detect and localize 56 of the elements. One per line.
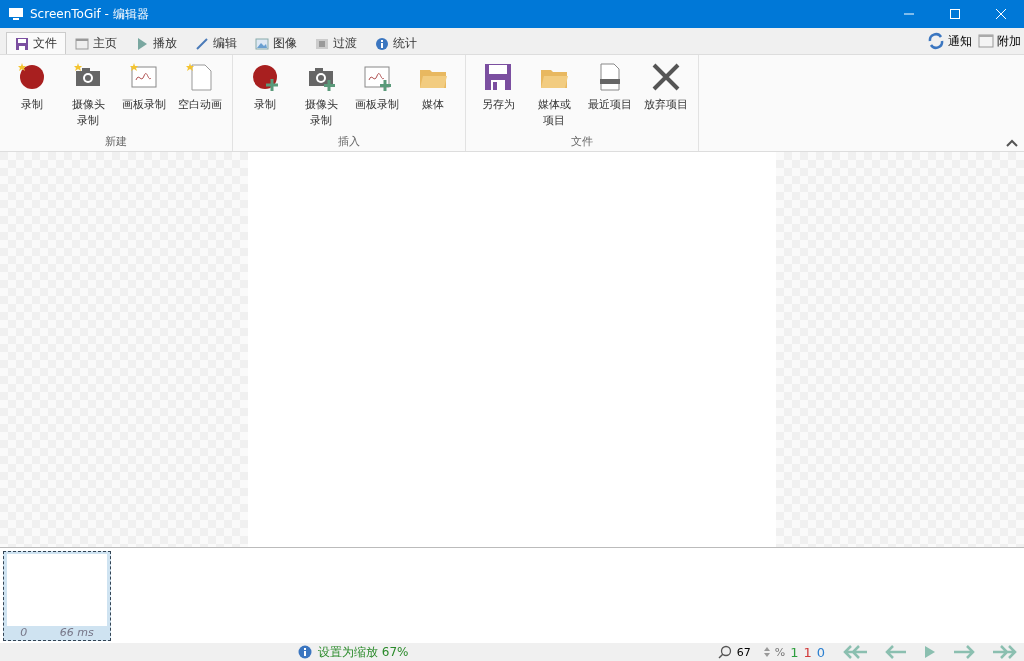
window-icon <box>75 36 89 51</box>
ribbon-tab[interactable]: 统计 <box>366 32 426 54</box>
frame-thumbnail[interactable]: 0 66 ms <box>3 551 111 641</box>
play-icon[interactable] <box>924 645 936 659</box>
next-icon[interactable] <box>953 645 975 659</box>
picture-icon <box>255 36 269 51</box>
ribbon-button[interactable]: 空白动画 <box>172 59 228 134</box>
ribbon-tab[interactable]: 播放 <box>126 32 186 54</box>
ribbon-tab[interactable]: 编辑 <box>186 32 246 54</box>
frame-count: 1 <box>803 644 812 660</box>
first-frame-icon[interactable] <box>842 645 868 659</box>
ribbon-button[interactable]: 摄像头 录制 <box>60 59 116 134</box>
frame-count: 0 <box>816 644 825 660</box>
cross-icon <box>651 62 681 92</box>
window-icon <box>978 34 994 48</box>
blank-page-icon <box>185 62 215 92</box>
square-icon <box>315 36 329 51</box>
ribbon-button[interactable]: 媒体 <box>405 59 461 134</box>
ribbon-tab[interactable]: 过渡 <box>306 32 366 54</box>
previous-icon[interactable] <box>885 645 907 659</box>
record-add-icon <box>250 62 280 92</box>
toolbar-button[interactable]: 附加 <box>975 29 1024 53</box>
ribbon-button[interactable]: 画板录制 <box>116 59 172 134</box>
play-icon <box>135 36 149 51</box>
ribbon-tab[interactable]: 图像 <box>246 32 306 54</box>
pencil-icon <box>195 36 209 51</box>
ribbon-tab[interactable]: 主页 <box>66 32 126 54</box>
maximize-icon <box>949 8 961 20</box>
collapse-icon[interactable] <box>1006 139 1018 147</box>
group-label: 插入 <box>338 134 360 149</box>
record-icon <box>17 62 47 92</box>
ribbon-button[interactable]: 录制 <box>4 59 60 134</box>
ribbon-button[interactable]: 媒体或 项目 <box>526 59 582 134</box>
ribbon-button[interactable]: 摄像头 录制 <box>293 59 349 134</box>
ribbon-button[interactable]: 录制 <box>237 59 293 134</box>
last-frame-icon[interactable] <box>992 645 1018 659</box>
info-icon <box>375 36 389 51</box>
ribbon-button[interactable]: 另存为 <box>470 59 526 134</box>
ribbon-button[interactable]: 画板录制 <box>349 59 405 134</box>
search-icon <box>717 645 732 659</box>
toolbar-button[interactable]: 通知 <box>924 29 975 53</box>
status-message: 设置为缩放 67% <box>318 643 409 661</box>
monitor-icon <box>8 7 24 21</box>
spinner-icon[interactable] <box>763 646 770 658</box>
refresh-icon <box>927 32 945 50</box>
ribbon-tab[interactable]: 文件 <box>6 32 66 54</box>
ribbon-button[interactable]: 放弃项目 <box>638 59 694 134</box>
info-icon <box>298 645 312 659</box>
group-label: 文件 <box>571 134 593 149</box>
window-title: ScreenToGif - 编辑器 <box>30 5 149 23</box>
percent-label: % <box>774 645 786 659</box>
zoom-field[interactable]: 67 <box>736 645 759 659</box>
close-icon <box>995 8 1007 20</box>
group-label: 新建 <box>105 134 127 149</box>
frame-count: 1 <box>790 644 799 660</box>
ribbon-button[interactable]: 最近项目 <box>582 59 638 134</box>
